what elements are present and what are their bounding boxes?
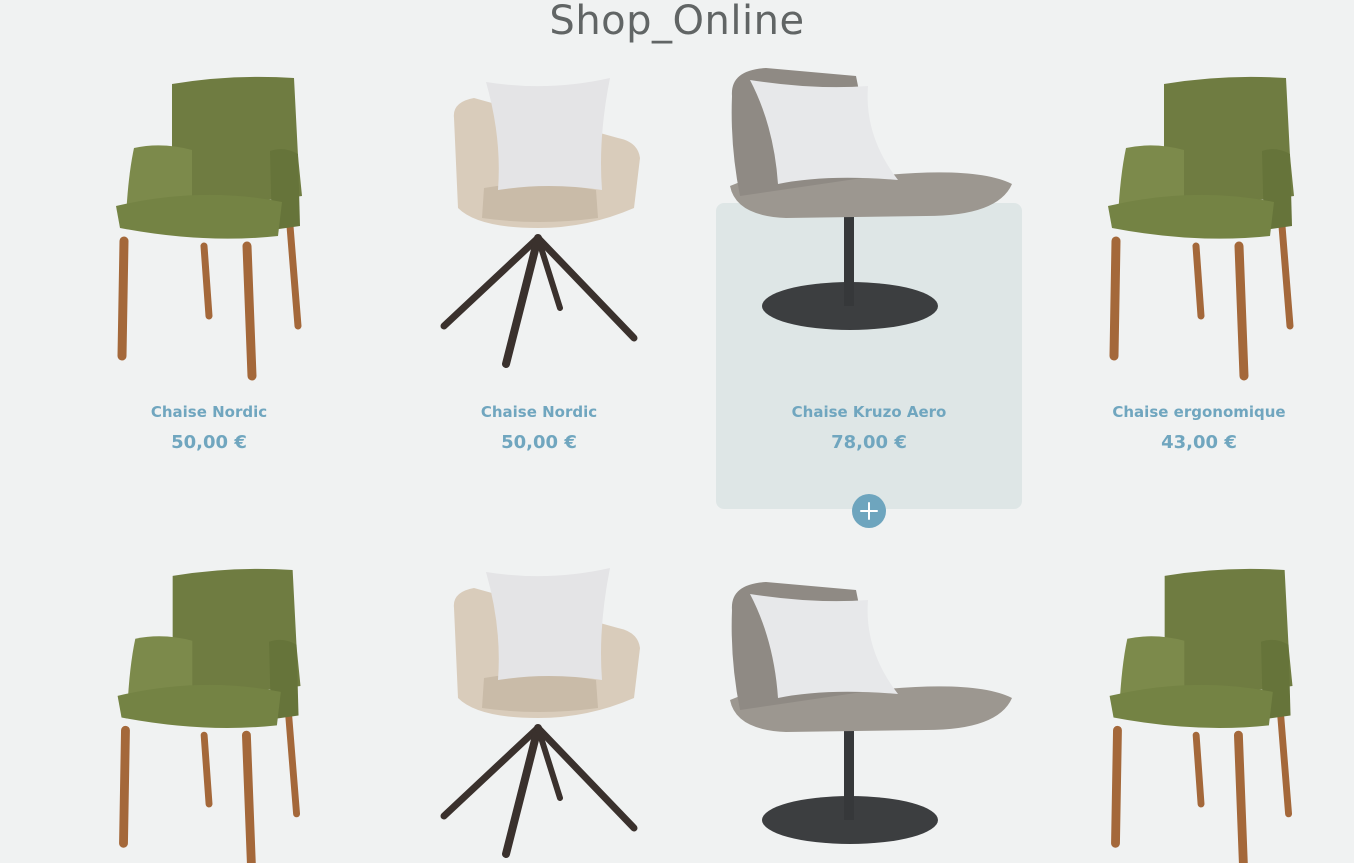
- page-title: Shop_Online: [549, 0, 805, 44]
- product-price: 50,00 €: [501, 432, 577, 453]
- product-image-gray-lounge-chair[interactable]: [726, 66, 1016, 332]
- product-price: 43,00 €: [1161, 432, 1237, 453]
- add-to-cart-button[interactable]: [852, 494, 886, 528]
- product-image-gray-lounge-chair[interactable]: [726, 580, 1016, 846]
- product-image-green-armchair[interactable]: [112, 568, 312, 863]
- product-name[interactable]: Chaise ergonomique: [1046, 403, 1352, 421]
- product-name[interactable]: Chaise Nordic: [56, 403, 362, 421]
- product-card[interactable]: Chaise ergonomique 43,00 €: [1046, 60, 1352, 510]
- product-card[interactable]: Chaise Nordic 50,00 €: [386, 60, 692, 510]
- product-price: 50,00 €: [171, 432, 247, 453]
- product-image-beige-swivel-chair[interactable]: [438, 568, 640, 858]
- product-image-green-armchair[interactable]: [1104, 568, 1304, 863]
- product-image-green-armchair[interactable]: [1104, 76, 1304, 381]
- product-card[interactable]: Chaise Nordic 50,00 €: [56, 60, 362, 510]
- product-image-beige-swivel-chair[interactable]: [438, 78, 640, 368]
- product-price: 78,00 €: [831, 432, 907, 453]
- product-image-green-armchair[interactable]: [112, 76, 312, 381]
- product-name[interactable]: Chaise Kruzo Aero: [716, 403, 1022, 421]
- product-name[interactable]: Chaise Nordic: [386, 403, 692, 421]
- plus-icon: [860, 502, 878, 520]
- shop-page: Shop_Online Chaise Nordic 50,00 € Chaise…: [0, 0, 1354, 863]
